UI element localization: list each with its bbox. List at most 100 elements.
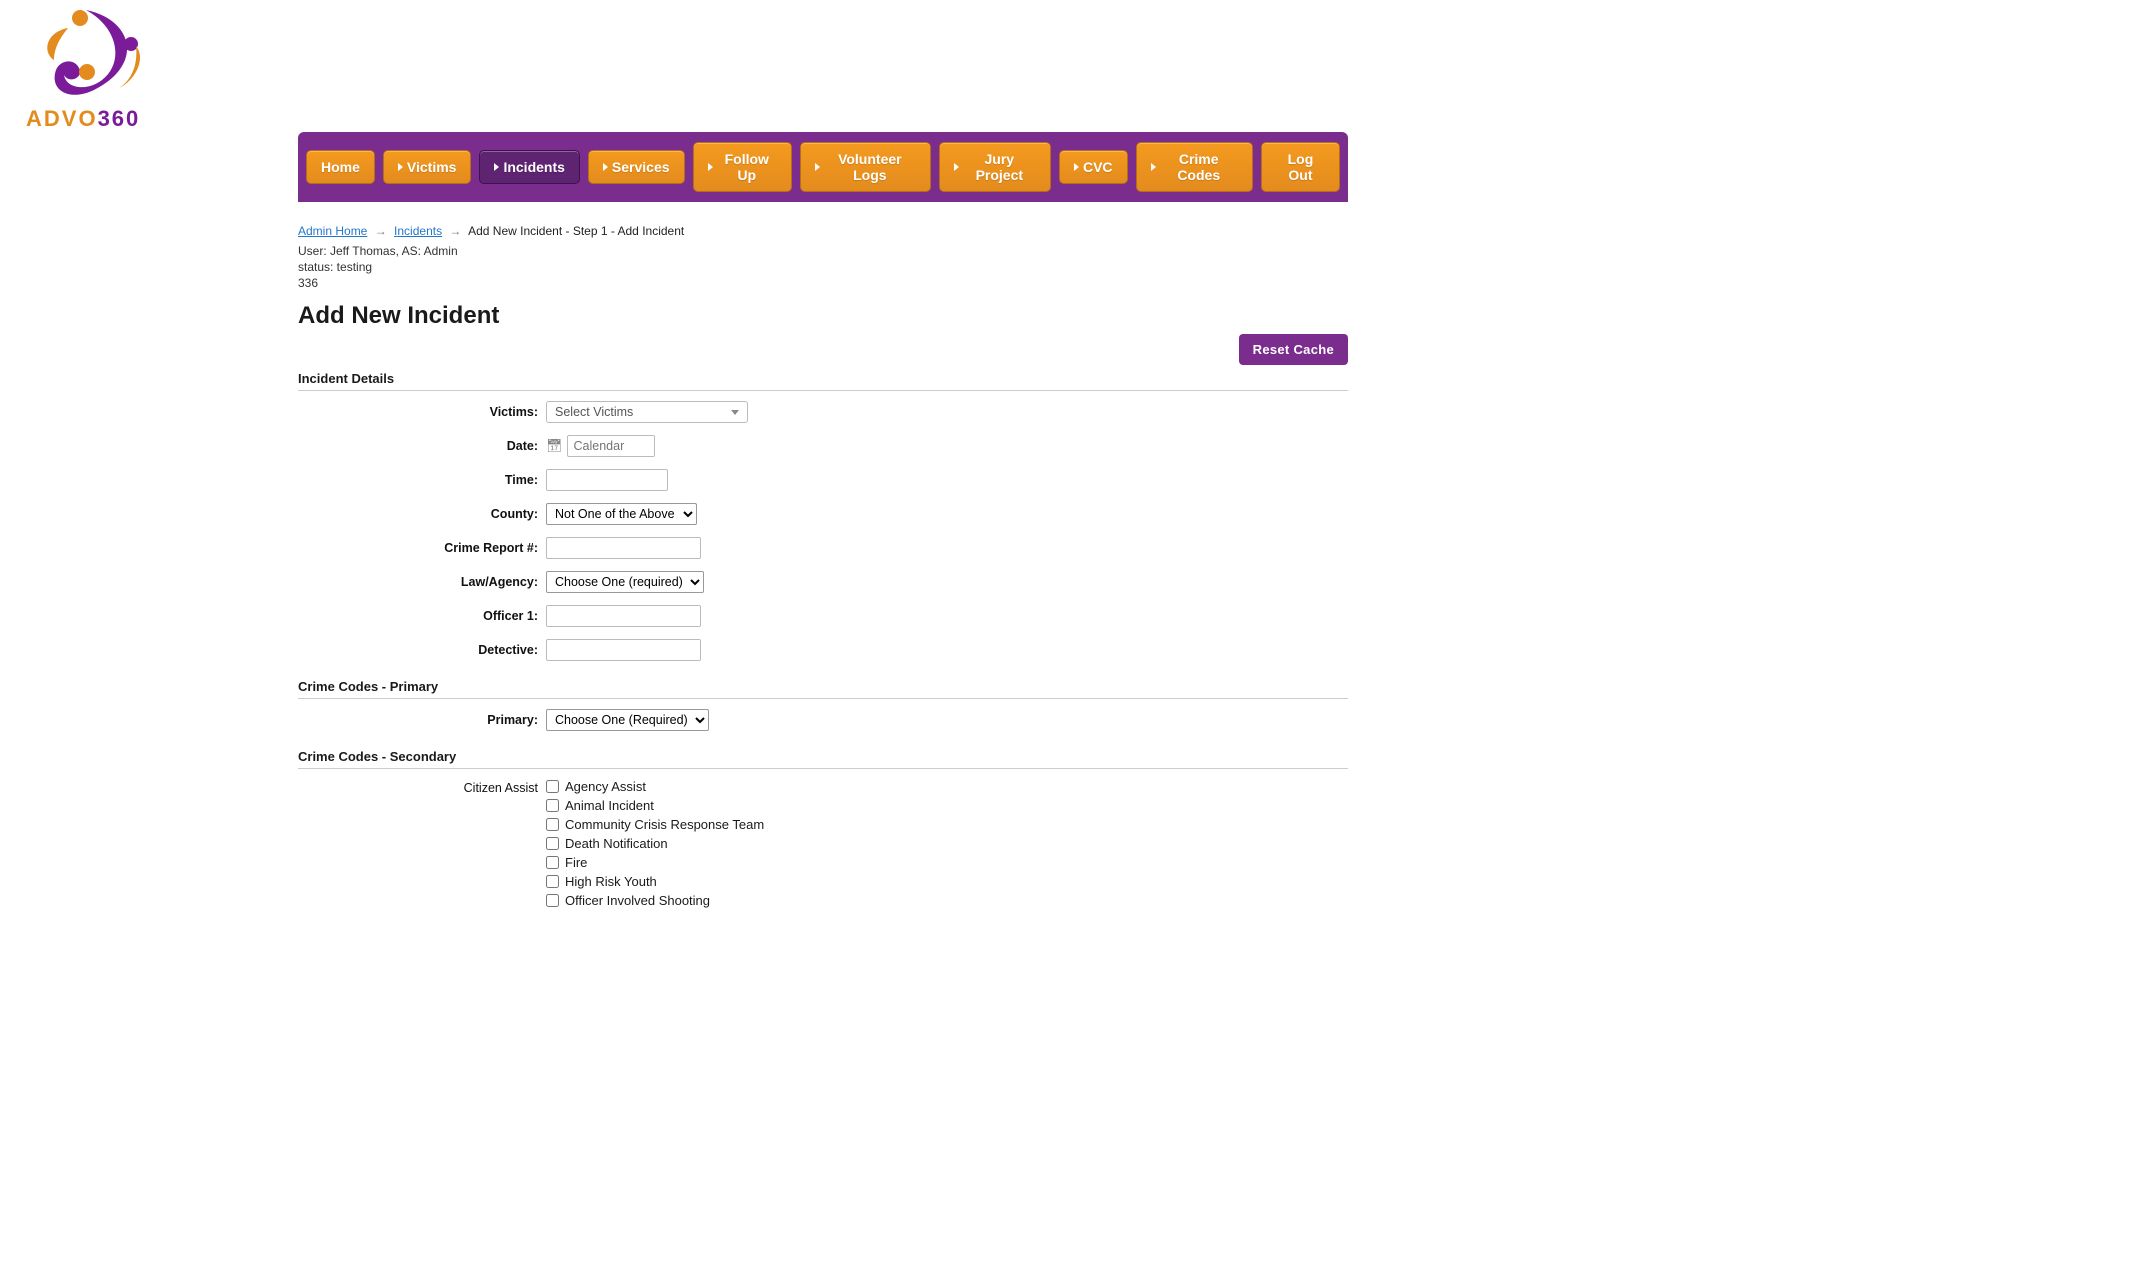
label-primary: Primary: (298, 713, 546, 727)
row-date: Date: 📅︎ (298, 435, 1348, 457)
checkbox-label: Officer Involved Shooting (565, 893, 710, 908)
page-title: Add New Incident (298, 302, 1348, 330)
caret-right-icon (1074, 163, 1079, 171)
checkbox-item[interactable]: Officer Involved Shooting (546, 893, 764, 908)
caret-right-icon (1151, 163, 1156, 171)
checkbox-item[interactable]: Fire (546, 855, 764, 870)
breadcrumb-tail: Add New Incident - Step 1 - Add Incident (468, 224, 684, 238)
nav-label: Incidents (503, 159, 564, 175)
nav-crime-codes[interactable]: Crime Codes (1136, 142, 1253, 192)
checkbox-label: Fire (565, 855, 587, 870)
nav-volunteer-logs[interactable]: Volunteer Logs (800, 142, 931, 192)
label-county: County: (298, 507, 546, 521)
checkbox[interactable] (546, 818, 559, 831)
checkbox-label: High Risk Youth (565, 874, 657, 889)
logo-svg (24, 10, 174, 106)
nav-label: Log Out (1276, 151, 1325, 183)
victims-placeholder: Select Victims (555, 405, 633, 419)
law-agency-select[interactable]: Choose One (required) (546, 571, 704, 593)
row-county: County: Not One of the Above (298, 503, 1348, 525)
count-line: 336 (298, 276, 1348, 290)
checkbox[interactable] (546, 894, 559, 907)
nav-follow-up[interactable]: Follow Up (693, 142, 793, 192)
checkbox-item[interactable]: High Risk Youth (546, 874, 764, 889)
nav-incidents[interactable]: Incidents (479, 150, 579, 184)
brand-advo: ADVO (26, 106, 98, 132)
caret-right-icon (494, 163, 499, 171)
row-primary-code: Primary: Choose One (Required) (298, 709, 1348, 731)
label-citizen-assist: Citizen Assist (298, 779, 546, 795)
label-victims: Victims: (298, 405, 546, 419)
section-crime-codes-secondary: Crime Codes - Secondary (298, 743, 1348, 769)
section-incident-details: Incident Details (298, 365, 1348, 391)
nav-jury-project[interactable]: Jury Project (939, 142, 1051, 192)
checkbox[interactable] (546, 799, 559, 812)
nav-label: Home (321, 159, 360, 175)
checkbox-item[interactable]: Community Crisis Response Team (546, 817, 764, 832)
nav-victims[interactable]: Victims (383, 150, 472, 184)
caret-right-icon (954, 163, 959, 171)
date-input[interactable] (567, 435, 655, 457)
row-law-agency: Law/Agency: Choose One (required) (298, 571, 1348, 593)
checkbox-label: Death Notification (565, 836, 668, 851)
caret-right-icon (398, 163, 403, 171)
label-law-agency: Law/Agency: (298, 575, 546, 589)
label-time: Time: (298, 473, 546, 487)
nav-log-out[interactable]: Log Out (1261, 142, 1340, 192)
county-select[interactable]: Not One of the Above (546, 503, 697, 525)
checkbox-item[interactable]: Death Notification (546, 836, 764, 851)
logo-mark: ADVO360 (24, 10, 174, 132)
nav-label: Follow Up (717, 151, 778, 183)
row-time: Time: (298, 469, 1348, 491)
calendar-icon[interactable]: 📅︎ (546, 438, 563, 454)
breadcrumb-incidents[interactable]: Incidents (394, 224, 442, 238)
checkbox-label: Community Crisis Response Team (565, 817, 764, 832)
caret-right-icon (708, 163, 713, 171)
chevron-down-icon (731, 410, 739, 415)
row-citizen-assist: Citizen Assist Agency Assist Animal Incid… (298, 779, 1348, 908)
nav-label: CVC (1083, 159, 1113, 175)
checkbox-label: Agency Assist (565, 779, 646, 794)
checkbox[interactable] (546, 837, 559, 850)
breadcrumb-sep-icon: → (375, 224, 387, 238)
section-crime-codes-primary: Crime Codes - Primary (298, 673, 1348, 699)
incident-form: Victims: Select Victims Date: 📅︎ Time: (298, 401, 1348, 661)
label-crime-report: Crime Report #: (298, 541, 546, 555)
caret-right-icon (603, 163, 608, 171)
checkbox[interactable] (546, 856, 559, 869)
breadcrumb-sep-icon: → (449, 224, 461, 238)
status-line: status: testing (298, 260, 1348, 274)
label-detective: Detective: (298, 643, 546, 657)
victims-multiselect[interactable]: Select Victims (546, 401, 748, 423)
nav-label: Jury Project (963, 151, 1036, 183)
time-input[interactable] (546, 469, 668, 491)
nav-services[interactable]: Services (588, 150, 685, 184)
label-officer1: Officer 1: (298, 609, 546, 623)
nav-home[interactable]: Home (306, 150, 375, 184)
breadcrumb: Admin Home → Incidents → Add New Inciden… (298, 224, 1348, 244)
row-officer1: Officer 1: (298, 605, 1348, 627)
row-detective: Detective: (298, 639, 1348, 661)
reset-cache-button[interactable]: Reset Cache (1239, 334, 1348, 365)
label-date: Date: (298, 439, 546, 453)
primary-code-select[interactable]: Choose One (Required) (546, 709, 709, 731)
main-nav: Home Victims Incidents Services Follow Up Vol… (298, 132, 1348, 202)
brand-logo: ADVO360 (0, 0, 2130, 132)
detective-input[interactable] (546, 639, 701, 661)
checkbox[interactable] (546, 875, 559, 888)
checkbox-label: Animal Incident (565, 798, 654, 813)
checkbox-item[interactable]: Agency Assist (546, 779, 764, 794)
nav-label: Volunteer Logs (824, 151, 916, 183)
brand-text: ADVO360 (24, 106, 174, 132)
row-victims: Victims: Select Victims (298, 401, 1348, 423)
citizen-assist-list: Agency Assist Animal Incident Community Cr… (546, 779, 764, 908)
breadcrumb-admin-home[interactable]: Admin Home (298, 224, 367, 238)
checkbox[interactable] (546, 780, 559, 793)
officer1-input[interactable] (546, 605, 701, 627)
nav-cvc[interactable]: CVC (1059, 150, 1128, 184)
checkbox-item[interactable]: Animal Incident (546, 798, 764, 813)
crime-report-input[interactable] (546, 537, 701, 559)
page-content: Admin Home → Incidents → Add New Inciden… (298, 202, 1348, 960)
row-crime-report: Crime Report #: (298, 537, 1348, 559)
user-line: User: Jeff Thomas, AS: Admin (298, 244, 1348, 258)
